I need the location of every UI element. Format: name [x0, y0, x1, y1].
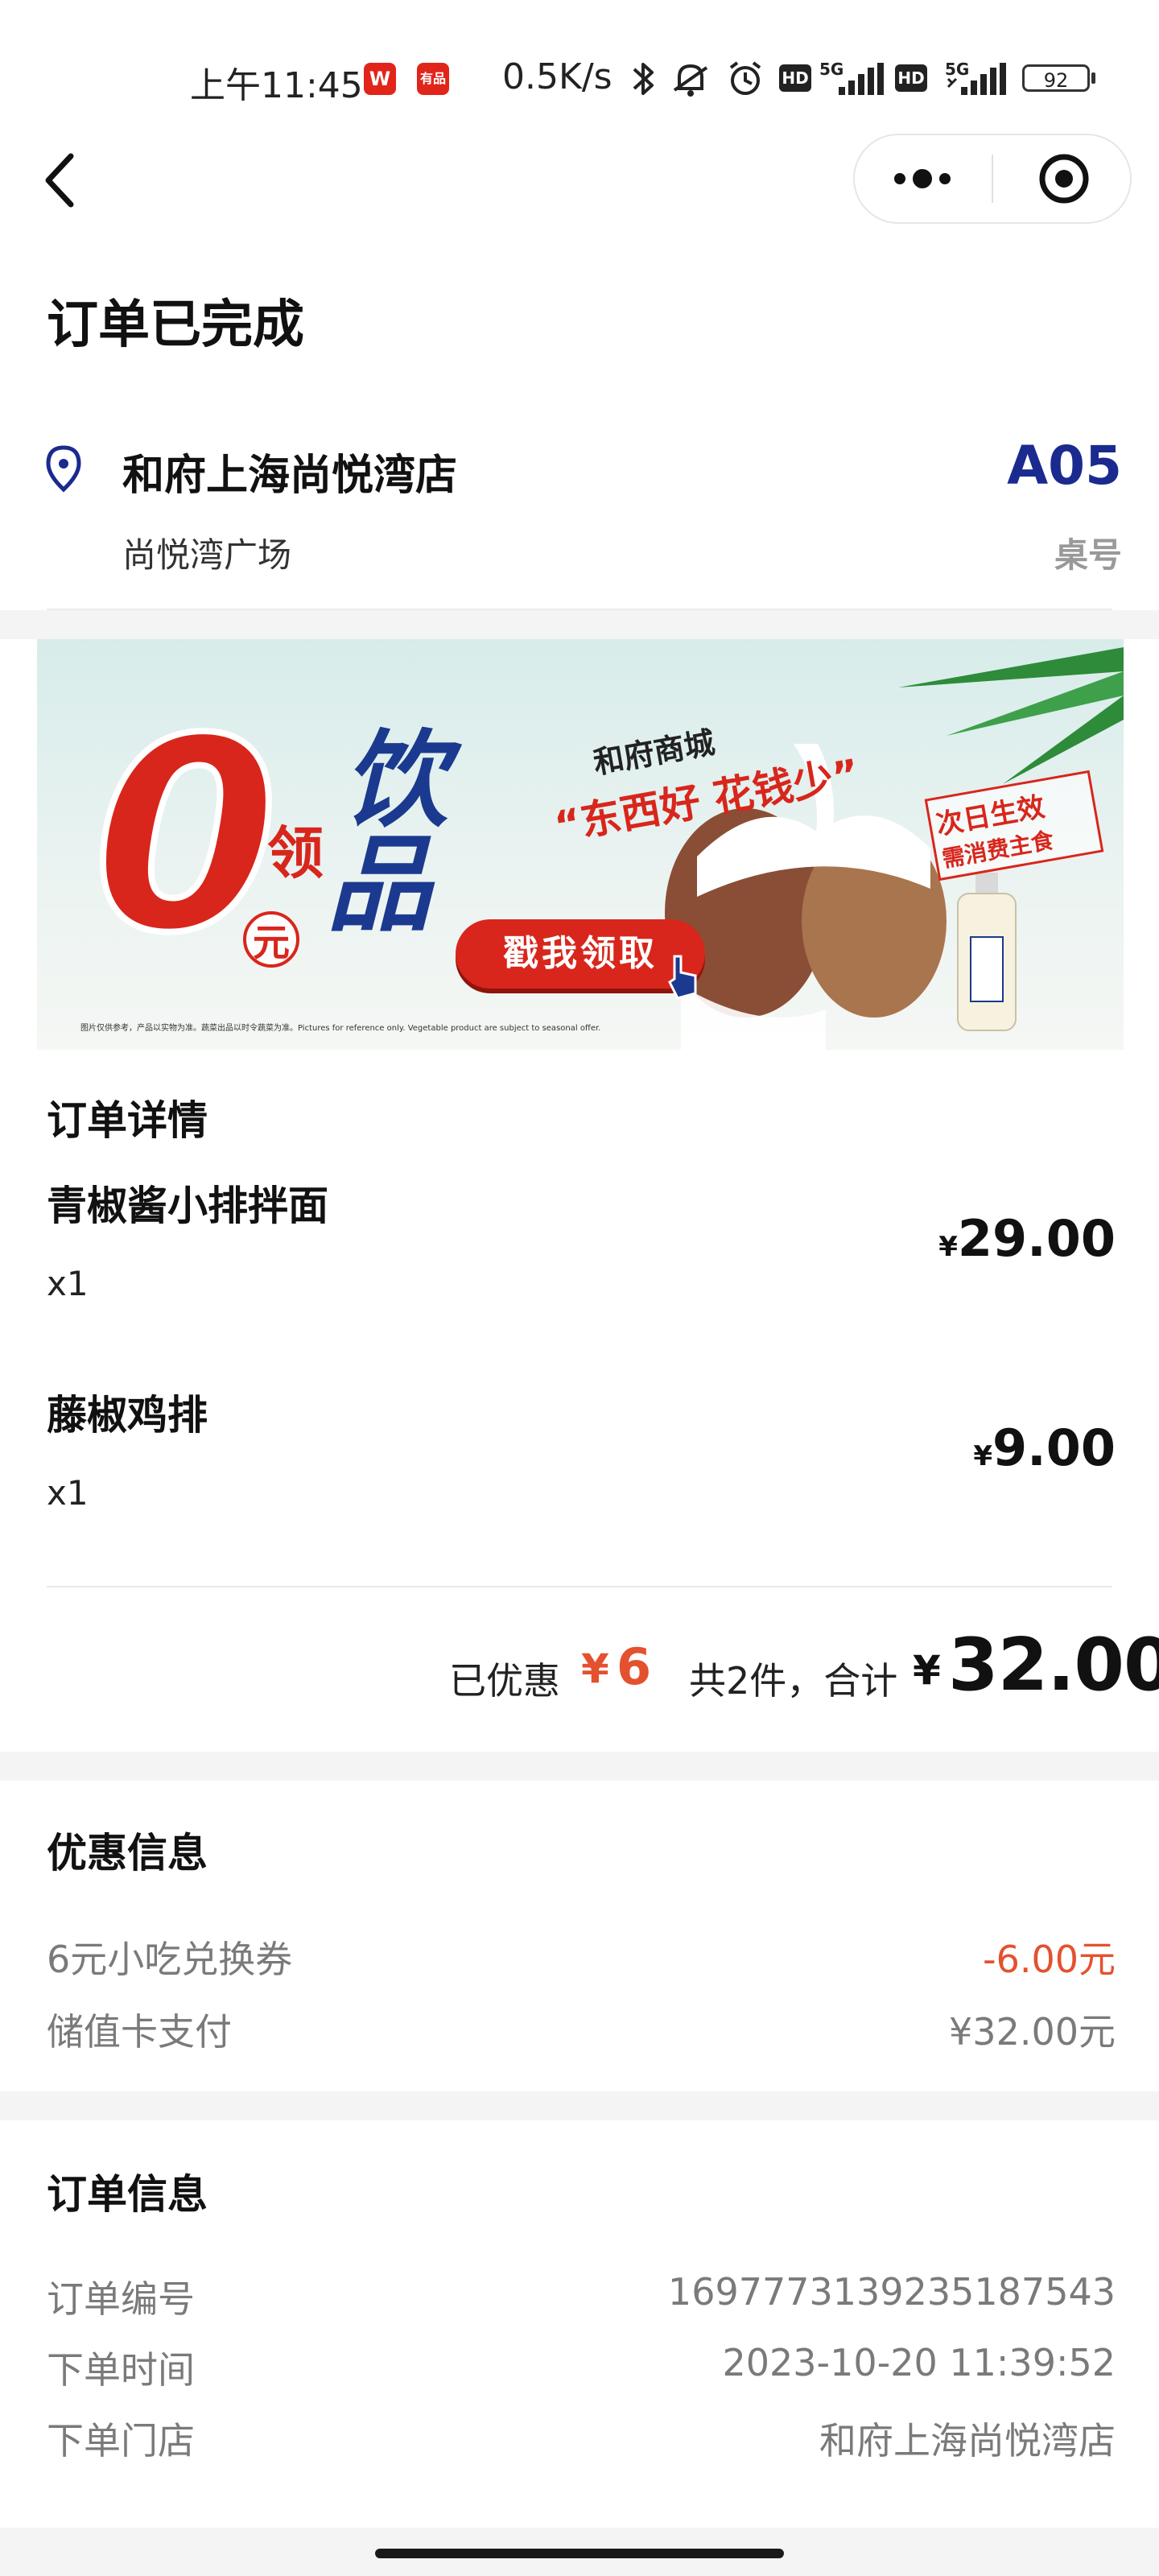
discount-label: 已优惠: [449, 1659, 560, 1703]
price-value: 9.00: [992, 1418, 1116, 1477]
discount-value: 6: [617, 1637, 652, 1696]
discount-row-value: ¥32.00元: [949, 2010, 1116, 2054]
order-info-label: 下单门店: [47, 2419, 195, 2462]
price-value: 29.00: [957, 1209, 1116, 1268]
banner-drink-2: 品: [327, 824, 432, 946]
discount-info-title: 优惠信息: [47, 1830, 208, 1876]
section-gap: [0, 1752, 1159, 1781]
alarm-icon: [729, 61, 761, 95]
network-speed: 0.5K/s: [502, 56, 612, 97]
mute-bell-icon: [673, 64, 708, 97]
location-pin-icon: [46, 445, 81, 493]
order-item-row: 藤椒鸡排 x1 ¥9.00: [0, 1368, 1159, 1546]
page-title: 订单已完成: [47, 295, 304, 355]
table-number: A05: [1007, 435, 1122, 497]
hd-badge-2: HD: [895, 64, 927, 92]
banner-ling: 领: [267, 820, 324, 886]
store-name: 和府上海尚悦湾店: [122, 452, 458, 500]
item-name: 青椒酱小排拌面: [47, 1183, 328, 1229]
order-item-row: 青椒酱小排拌面 x1 ¥29.00: [0, 1159, 1159, 1336]
milk-bottle-image: [957, 873, 1017, 1031]
signal-bars-icon-1: [839, 63, 884, 95]
banner-disclaimer: 图片仅供参考，产品以实物为准。蔬菜出品以时令蔬菜为准。Pictures for …: [80, 1024, 601, 1033]
promo-banner[interactable]: 0 元 领 饮 品 和府商城 “东西好 花钱少” 次日生效 需消费主食 戳我领取…: [37, 639, 1124, 1050]
discount-currency: ¥: [581, 1645, 609, 1692]
status-time: 上午11:45: [190, 65, 363, 106]
more-menu-button[interactable]: [869, 145, 982, 213]
total-label: 共2件，合计: [689, 1659, 898, 1703]
wps-app-icon: W: [364, 63, 396, 95]
youpin-app-icon: 有品: [417, 63, 449, 95]
section-gap: [0, 2091, 1159, 2120]
order-info-label: 下单时间: [47, 2348, 195, 2392]
total-currency: ¥: [913, 1647, 941, 1694]
order-info-label: 订单编号: [47, 2277, 195, 2321]
order-info-title: 订单信息: [47, 2171, 208, 2218]
discount-row-label: 储值卡支付: [47, 2010, 232, 2054]
item-price: ¥29.00: [938, 1209, 1116, 1268]
discount-row-label: 6元小吃兑换券: [47, 1938, 293, 1981]
table-label: 桌号: [1054, 535, 1122, 575]
hd-badge-1: HD: [779, 64, 811, 92]
order-number-value: 1697773139235187543: [667, 2270, 1116, 2314]
bluetooth-icon: [633, 63, 654, 95]
signal-bars-icon-2: [947, 63, 1006, 95]
home-indicator[interactable]: [375, 2549, 784, 2558]
price-currency: ¥: [973, 1440, 993, 1472]
battery-tip: [1091, 72, 1095, 84]
total-value: 32.00: [948, 1623, 1159, 1707]
store-location: 尚悦湾广场: [122, 535, 292, 575]
chevron-left-icon: [45, 153, 74, 208]
item-name: 藤椒鸡排: [47, 1392, 208, 1439]
battery-indicator: 92: [1022, 64, 1090, 92]
more-dots-icon: [894, 169, 951, 188]
item-price: ¥9.00: [973, 1418, 1116, 1477]
order-store-value: 和府上海尚悦湾店: [819, 2419, 1116, 2462]
target-circle-icon: [1039, 154, 1089, 204]
back-button[interactable]: [32, 145, 89, 217]
order-time-value: 2023-10-20 11:39:52: [722, 2341, 1116, 2384]
item-qty: x1: [47, 1264, 89, 1303]
capsule-divider: [992, 155, 993, 203]
hand-pointer-icon: [668, 955, 697, 1000]
close-mini-program-button[interactable]: [1006, 145, 1119, 213]
order-divider: [47, 1586, 1112, 1587]
order-details-title: 订单详情: [47, 1097, 208, 1144]
section-gap: [0, 610, 1159, 639]
banner-yuan: 元: [243, 911, 299, 968]
banner-drink-1: 饮: [343, 719, 448, 841]
price-currency: ¥: [938, 1231, 958, 1263]
item-qty: x1: [47, 1473, 89, 1513]
discount-row-value: -6.00元: [982, 1938, 1116, 1981]
